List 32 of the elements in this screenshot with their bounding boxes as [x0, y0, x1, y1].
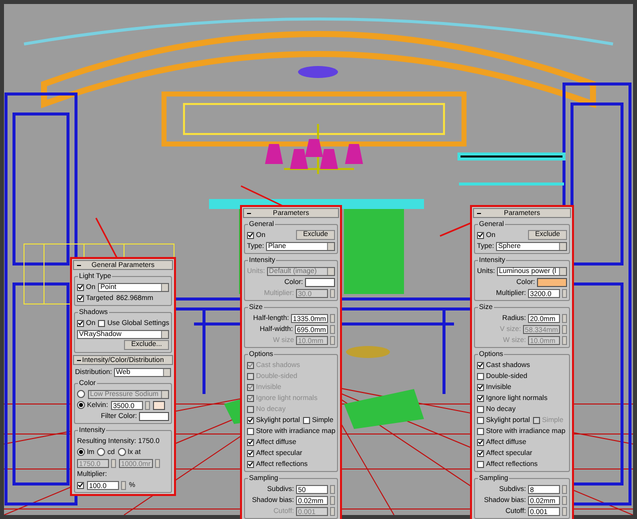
color-swatch[interactable] — [139, 412, 169, 420]
checkbox[interactable] — [98, 320, 106, 326]
checkbox[interactable] — [247, 232, 254, 238]
checkbox[interactable] — [247, 450, 254, 456]
radio-button[interactable] — [118, 448, 126, 456]
radio-button[interactable] — [97, 448, 106, 456]
checkbox[interactable] — [77, 320, 84, 326]
checkbox[interactable] — [477, 428, 484, 434]
radio-button[interactable] — [77, 401, 85, 409]
checkbox[interactable] — [247, 460, 254, 468]
checkbox[interactable] — [477, 394, 484, 402]
checkbox[interactable] — [477, 416, 484, 424]
checkbox[interactable] — [477, 362, 484, 368]
checkbox[interactable] — [477, 232, 484, 238]
checkbox[interactable] — [477, 438, 484, 446]
checkbox[interactable] — [247, 438, 254, 446]
checkbox[interactable] — [477, 406, 484, 412]
color-swatch[interactable] — [153, 400, 166, 410]
checkbox[interactable] — [77, 294, 84, 302]
checkbox[interactable] — [477, 460, 484, 468]
checkbox[interactable] — [477, 372, 484, 380]
checkbox[interactable] — [247, 416, 254, 424]
checkbox[interactable] — [477, 450, 484, 456]
checkbox[interactable] — [77, 284, 84, 290]
checkbox[interactable] — [302, 416, 310, 424]
checkbox[interactable] — [77, 482, 84, 488]
checkbox[interactable] — [247, 428, 254, 434]
checkbox[interactable] — [477, 384, 484, 390]
color-swatch[interactable] — [537, 278, 567, 286]
radio-button[interactable] — [77, 390, 85, 398]
color-swatch[interactable] — [305, 278, 335, 286]
radio-button[interactable] — [77, 448, 85, 456]
